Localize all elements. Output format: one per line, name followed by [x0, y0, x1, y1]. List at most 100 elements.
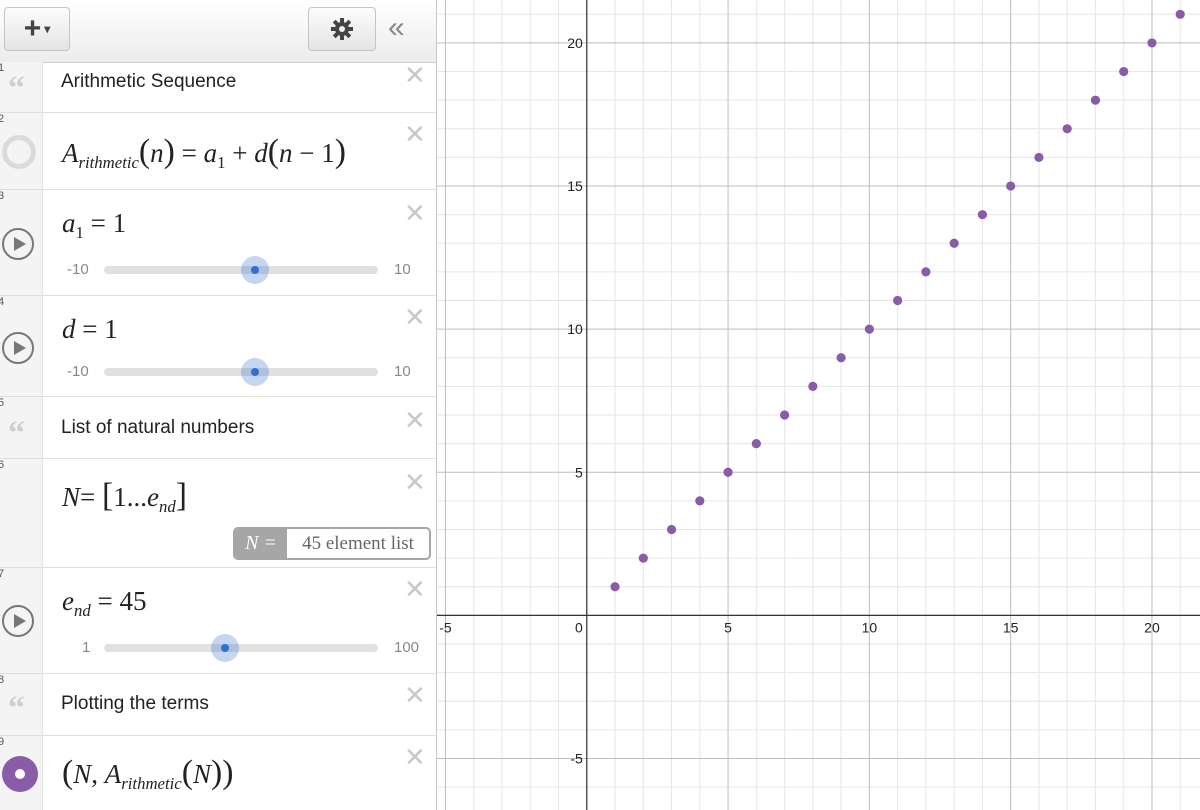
point-expression[interactable]: (N, Arithmetic(N))	[62, 754, 233, 794]
data-point	[1034, 152, 1044, 163]
data-point	[1147, 38, 1157, 48]
delete-row-icon[interactable]: ✕	[404, 469, 426, 495]
major-gridlines	[437, 0, 1200, 810]
y-tick-label: 5	[575, 464, 583, 480]
note-quote-icon: “	[8, 70, 25, 107]
row-number: 4	[0, 296, 4, 308]
slider-max[interactable]: 10	[394, 363, 411, 380]
slider-thumb-dot	[220, 644, 229, 652]
delete-row-icon[interactable]: ✕	[404, 121, 426, 147]
list-definition[interactable]: N= [1...end]	[62, 477, 187, 517]
origin-label: 0	[575, 619, 583, 635]
first-term-var: a	[203, 138, 218, 168]
difference-var: d	[254, 138, 268, 168]
expression-row-function[interactable]: 2 Arithmetic(n) = a1 + d(n − 1) ✕	[0, 113, 436, 190]
slider-equation[interactable]: end = 45	[62, 586, 146, 621]
index-var: n	[279, 138, 293, 168]
delete-row-icon[interactable]: ✕	[404, 200, 426, 226]
x-tick-label: 5	[724, 619, 732, 635]
data-point	[808, 381, 818, 391]
list-start: 1	[113, 482, 127, 512]
slider-equation[interactable]: d = 1	[62, 314, 118, 345]
x-tick-label: 15	[1003, 619, 1019, 635]
collapse-panel-button[interactable]: «	[388, 13, 405, 43]
expression-list: +▾ « 1 “ Arithmetic Sequenc	[0, 0, 437, 810]
expression-row-note-plotting[interactable]: 8 “ Plotting the terms ✕	[0, 674, 436, 736]
expression-row-slider-d[interactable]: 4 d = 1 -10 10 ✕	[0, 296, 436, 397]
list-end-var: e	[147, 482, 159, 512]
slider-var: e	[62, 586, 74, 616]
slider-min[interactable]: -10	[67, 363, 89, 380]
slider-value: 45	[119, 586, 147, 616]
list-var: N	[62, 482, 81, 512]
badge-value: 45 element list	[302, 532, 414, 554]
delete-row-icon[interactable]: ✕	[404, 304, 426, 330]
function-argument: n	[150, 138, 164, 168]
slider-thumb-dot	[250, 368, 259, 376]
data-point	[949, 238, 959, 248]
plus-icon: +	[23, 12, 42, 45]
slider-min[interactable]: 1	[82, 639, 90, 656]
expression-row-points[interactable]: 9 (N, Arithmetic(N)) ✕	[0, 736, 436, 810]
slider-var: a	[62, 208, 76, 238]
minor-gridlines	[437, 0, 1200, 810]
delete-row-icon[interactable]: ✕	[404, 744, 426, 770]
expression-row-note-title[interactable]: 1 “ Arithmetic Sequence ✕	[0, 62, 436, 113]
play-icon[interactable]	[2, 605, 34, 637]
constant-one: 1	[321, 138, 335, 168]
data-point	[921, 267, 931, 277]
data-point	[836, 353, 846, 363]
function-name: A	[62, 138, 79, 168]
point-x-var: N	[73, 759, 92, 789]
data-point	[893, 295, 903, 306]
data-point	[779, 410, 790, 420]
expression-row-slider-a1[interactable]: 3 a1 = 1 -10 10 ✕	[0, 190, 436, 296]
gear-icon	[331, 18, 353, 40]
slider-max[interactable]: 100	[394, 639, 419, 656]
function-name: A	[104, 759, 122, 789]
delete-row-icon[interactable]: ✕	[404, 62, 426, 88]
delete-row-icon[interactable]: ✕	[404, 576, 426, 602]
delete-row-icon[interactable]: ✕	[404, 407, 426, 433]
row-gutter: 6	[0, 459, 43, 567]
expression-row-slider-end[interactable]: 7 end = 45 1 100 ✕	[0, 568, 436, 674]
expression-row-note-natural[interactable]: 5 “ List of natural numbers ✕	[0, 397, 436, 459]
data-point	[695, 496, 705, 506]
row-number: 9	[0, 736, 4, 748]
function-argument: N	[192, 759, 211, 789]
row-gutter: 7	[0, 568, 43, 673]
row-gutter: 4	[0, 296, 43, 396]
slider-thumb-dot	[250, 266, 259, 274]
function-definition[interactable]: Arithmetic(n) = a1 + d(n − 1)	[62, 133, 346, 173]
list-evaluation-badge: N = 45 element list	[233, 527, 431, 560]
row-gutter: 9	[0, 736, 43, 810]
play-icon[interactable]	[2, 228, 34, 260]
data-point	[1062, 124, 1072, 134]
note-quote-icon: “	[8, 415, 25, 452]
slider-min[interactable]: -10	[67, 261, 89, 278]
slider-max[interactable]: 10	[394, 261, 411, 278]
add-item-button[interactable]: + ▾	[4, 7, 70, 51]
hidden-graph-toggle-icon[interactable]	[2, 135, 36, 169]
row-gutter: 2	[0, 113, 43, 189]
data-point	[864, 324, 874, 334]
data-point	[666, 524, 677, 535]
data-point	[638, 553, 648, 563]
note-text[interactable]: Arithmetic Sequence	[61, 71, 236, 93]
slider-track[interactable]	[104, 644, 378, 652]
note-quote-icon: “	[8, 690, 25, 727]
play-icon[interactable]	[2, 332, 34, 364]
note-text[interactable]: Plotting the terms	[61, 693, 209, 715]
settings-button[interactable]	[308, 7, 376, 51]
row-number: 7	[0, 568, 4, 580]
data-point	[1006, 181, 1016, 191]
note-text[interactable]: List of natural numbers	[61, 417, 254, 439]
point-style-toggle-icon[interactable]	[2, 756, 38, 792]
delete-row-icon[interactable]: ✕	[404, 682, 426, 708]
slider-equation[interactable]: a1 = 1	[62, 208, 126, 243]
row-gutter: 3	[0, 190, 43, 295]
slider-value: 1	[112, 208, 127, 238]
graph-canvas[interactable]: -5 5 10 15 20 20 15 10 5 -5 0	[437, 0, 1200, 810]
row-number: 1	[0, 62, 4, 74]
x-tick-label: 10	[862, 619, 878, 635]
